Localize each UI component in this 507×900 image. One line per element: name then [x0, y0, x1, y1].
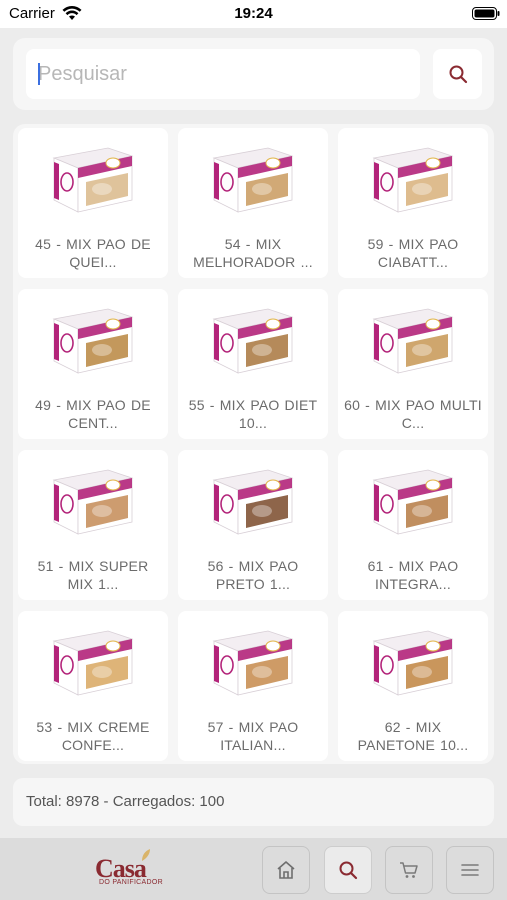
product-box-image [212, 630, 294, 696]
product-name: 49 - MIX PAO DE CENT... [35, 397, 151, 431]
search-icon [449, 65, 467, 84]
text-caret [38, 63, 40, 85]
status-bar: Carrier 19:24 [0, 0, 507, 28]
product-name: 45 - MIX PAO DE QUEI... [35, 236, 151, 270]
product-card[interactable]: 56 - MIX PAO PRETO 1... [178, 450, 328, 600]
product-card[interactable]: 45 - MIX PAO DE QUEI... [18, 128, 168, 278]
product-box-image [372, 308, 454, 374]
product-grid: 45 - MIX PAO DE QUEI... 54 - MIX MELHORAD… [18, 128, 488, 761]
menu-icon [461, 864, 479, 876]
product-box-image [212, 308, 294, 374]
product-card[interactable]: 49 - MIX PAO DE CENT... [18, 289, 168, 439]
status-time: 19:24 [234, 5, 273, 22]
product-name: 61 - MIX PAO INTEGRA... [367, 558, 459, 592]
product-box-image [212, 147, 294, 213]
search-icon [339, 861, 358, 880]
cart-icon [400, 862, 418, 878]
search-panel [13, 38, 494, 110]
home-icon [277, 861, 295, 879]
product-card[interactable]: 59 - MIX PAO CIABATT... [338, 128, 488, 278]
product-name: 56 - MIX PAO PRETO 1... [207, 558, 299, 592]
product-name: 60 - MIX PAO MULTI C... [344, 397, 482, 431]
product-name: 55 - MIX PAO DIET 10... [188, 397, 318, 431]
product-box-image [52, 308, 134, 374]
nav-menu-button[interactable] [446, 846, 494, 894]
product-box-image [52, 630, 134, 696]
product-card[interactable]: 51 - MIX SUPER MIX 1... [18, 450, 168, 600]
battery-icon [472, 7, 500, 20]
brand-subtitle: DO PANIFICADOR [99, 879, 163, 886]
brand-logo: Casa DO PANIFICADOR [95, 849, 167, 890]
product-name: 51 - MIX SUPER MIX 1... [37, 558, 149, 592]
nav-home-button[interactable] [262, 846, 310, 894]
total-count-text: Total: 8978 - Carregados: 100 [26, 793, 225, 810]
product-card[interactable]: 57 - MIX PAO ITALIAN... [178, 611, 328, 761]
bottom-nav: Casa DO PANIFICADOR [0, 838, 507, 900]
total-bar: Total: 8978 - Carregados: 100 [13, 778, 494, 826]
product-box-image [212, 469, 294, 535]
nav-cart-button[interactable] [385, 846, 433, 894]
product-card[interactable]: 61 - MIX PAO INTEGRA... [338, 450, 488, 600]
product-name: 53 - MIX CREME CONFE... [36, 719, 150, 753]
product-name: 62 - MIX PANETONE 10... [357, 719, 469, 753]
product-card[interactable]: 55 - MIX PAO DIET 10... [178, 289, 328, 439]
product-box-image [52, 469, 134, 535]
product-box-image [372, 469, 454, 535]
product-card[interactable]: 53 - MIX CREME CONFE... [18, 611, 168, 761]
product-name: 59 - MIX PAO CIABATT... [367, 236, 459, 270]
product-grid-panel: 45 - MIX PAO DE QUEI... 54 - MIX MELHORAD… [13, 124, 494, 764]
product-card[interactable]: 60 - MIX PAO MULTI C... [338, 289, 488, 439]
product-box-image [372, 630, 454, 696]
product-name: 57 - MIX PAO ITALIAN... [207, 719, 299, 753]
nav-search-button[interactable] [324, 846, 372, 894]
product-box-image [372, 147, 454, 213]
wheat-icon [142, 849, 150, 861]
product-name: 54 - MIX MELHORADOR ... [193, 236, 313, 270]
product-box-image [52, 147, 134, 213]
product-card[interactable]: 62 - MIX PANETONE 10... [338, 611, 488, 761]
search-input[interactable] [26, 49, 420, 99]
search-button[interactable] [433, 49, 482, 99]
product-card[interactable]: 54 - MIX MELHORADOR ... [178, 128, 328, 278]
